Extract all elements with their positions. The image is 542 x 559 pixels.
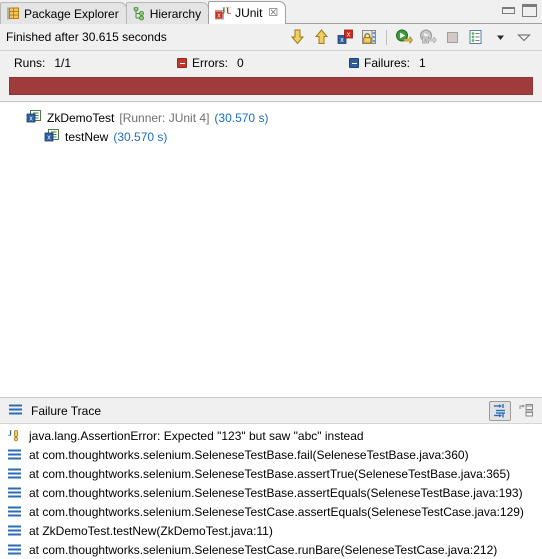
maximize-icon[interactable] xyxy=(522,4,537,17)
svg-text:x: x xyxy=(424,38,427,44)
previous-failure-icon[interactable] xyxy=(310,27,332,47)
tree-item-test-class[interactable]: x ZkDemoTest [Runner: JUnit 4] (30.570 s… xyxy=(0,108,542,127)
errors-icon xyxy=(177,58,187,68)
svg-text:J: J xyxy=(8,429,12,438)
test-run-history-icon[interactable] xyxy=(465,27,487,47)
view-toolbar: x x x xyxy=(286,27,538,47)
progress-bar-area xyxy=(0,75,542,101)
stop-icon[interactable] xyxy=(441,27,463,47)
view-tab-bar: Package Explorer Hierarchy x J U JUnit ☒ xyxy=(0,0,542,24)
maximize-trace-button[interactable] xyxy=(515,401,537,421)
status-toolbar: Finished after 30.615 seconds x x x xyxy=(0,24,542,51)
trace-row[interactable]: J java.lang.AssertionError: Expected "12… xyxy=(0,426,542,445)
test-duration: (30.570 s) xyxy=(113,129,168,144)
stack-frame-icon xyxy=(7,524,22,537)
run-status-text: Finished after 30.615 seconds xyxy=(6,30,167,44)
failures-value: 1 xyxy=(419,56,426,70)
tree-item-test-method[interactable]: x testNew (30.570 s) xyxy=(0,127,542,146)
trace-row[interactable]: at com.thoughtworks.selenium.SeleneseTes… xyxy=(0,483,542,502)
test-progress-bar xyxy=(9,77,533,95)
stack-frame-icon xyxy=(7,448,22,461)
failure-trace-list[interactable]: J java.lang.AssertionError: Expected "12… xyxy=(0,424,542,559)
junit-icon: x J U xyxy=(215,6,233,20)
next-failure-icon[interactable] xyxy=(286,27,308,47)
test-class-failed-icon: x xyxy=(26,110,42,125)
trace-text: java.lang.AssertionError: Expected "123"… xyxy=(29,428,364,443)
failures-counter: Failures: 1 xyxy=(349,56,426,70)
test-duration: (30.570 s) xyxy=(214,110,269,125)
stack-frame-icon xyxy=(7,467,22,480)
runs-counter: Runs: 1/1 xyxy=(14,56,177,70)
test-class-name: ZkDemoTest xyxy=(47,110,115,125)
test-tree[interactable]: x ZkDemoTest [Runner: JUnit 4] (30.570 s… xyxy=(0,101,542,398)
trace-row[interactable]: at com.thoughtworks.selenium.SeleneseTes… xyxy=(0,540,542,559)
show-failures-only-icon[interactable]: x x xyxy=(334,27,356,47)
stack-frame-icon xyxy=(7,486,22,499)
test-method-failed-icon: x xyxy=(44,129,60,144)
junit-view: Package Explorer Hierarchy x J U JUnit ☒… xyxy=(0,0,542,559)
errors-value: 0 xyxy=(237,56,244,70)
trace-text: at com.thoughtworks.selenium.SeleneseTes… xyxy=(29,504,524,519)
errors-counter: Errors: 0 xyxy=(177,56,349,70)
svg-text:x: x xyxy=(47,135,51,142)
trace-text: at com.thoughtworks.selenium.SeleneseTes… xyxy=(29,466,511,481)
trace-row[interactable]: at ZkDemoTest.testNew(ZkDemoTest.java:11… xyxy=(0,521,542,540)
stack-frame-icon xyxy=(7,543,22,556)
close-icon[interactable]: ☒ xyxy=(268,7,278,19)
tab-package-explorer[interactable]: Package Explorer xyxy=(0,2,127,24)
failure-trace-icon xyxy=(8,403,23,419)
window-controls xyxy=(502,4,537,17)
runs-value: 1/1 xyxy=(54,56,72,70)
failures-icon xyxy=(349,58,359,68)
tab-junit[interactable]: x J U JUnit ☒ xyxy=(208,1,287,24)
history-dropdown-icon[interactable] xyxy=(489,27,511,47)
trace-text: at com.thoughtworks.selenium.SeleneseTes… xyxy=(29,485,523,500)
trace-row[interactable]: at com.thoughtworks.selenium.SeleneseTes… xyxy=(0,445,542,464)
trace-text: at com.thoughtworks.selenium.SeleneseTes… xyxy=(29,542,498,557)
runs-label: Runs: xyxy=(14,56,46,70)
hierarchy-icon xyxy=(133,6,146,21)
failure-trace-header: Failure Trace xyxy=(0,398,542,424)
test-method-name: testNew xyxy=(65,129,109,144)
rerun-failed-tests-icon[interactable]: x xyxy=(417,27,439,47)
svg-text:x: x xyxy=(346,32,350,39)
minimize-icon[interactable] xyxy=(502,7,515,14)
trace-text: at com.thoughtworks.selenium.SeleneseTes… xyxy=(29,447,469,462)
test-runner-label: [Runner: JUnit 4] xyxy=(119,110,210,125)
failures-label: Failures: xyxy=(364,56,411,70)
filter-stack-trace-button[interactable] xyxy=(489,400,511,421)
counters-row: Runs: 1/1 Errors: 0 Failures: 1 xyxy=(0,51,542,75)
svg-text:U: U xyxy=(226,6,231,16)
scroll-lock-icon[interactable] xyxy=(358,27,380,47)
toolbar-separator xyxy=(386,29,387,45)
trace-text: at ZkDemoTest.testNew(ZkDemoTest.java:11… xyxy=(29,523,273,538)
tab-hierarchy[interactable]: Hierarchy xyxy=(125,2,210,24)
package-explorer-icon xyxy=(7,7,20,20)
exception-icon: J xyxy=(7,429,22,443)
failure-trace-tools xyxy=(489,400,537,421)
trace-row[interactable]: at com.thoughtworks.selenium.SeleneseTes… xyxy=(0,502,542,521)
view-menu-icon[interactable] xyxy=(513,27,535,47)
failure-trace-title: Failure Trace xyxy=(31,403,102,418)
tab-label: Package Explorer xyxy=(24,6,119,21)
tab-label: JUnit xyxy=(235,6,263,20)
stack-frame-icon xyxy=(7,505,22,518)
svg-text:x: x xyxy=(340,37,344,44)
trace-row[interactable]: at com.thoughtworks.selenium.SeleneseTes… xyxy=(0,464,542,483)
tab-label: Hierarchy xyxy=(149,6,202,21)
errors-label: Errors: xyxy=(192,56,228,70)
rerun-test-icon[interactable] xyxy=(393,27,415,47)
svg-text:x: x xyxy=(29,116,33,123)
